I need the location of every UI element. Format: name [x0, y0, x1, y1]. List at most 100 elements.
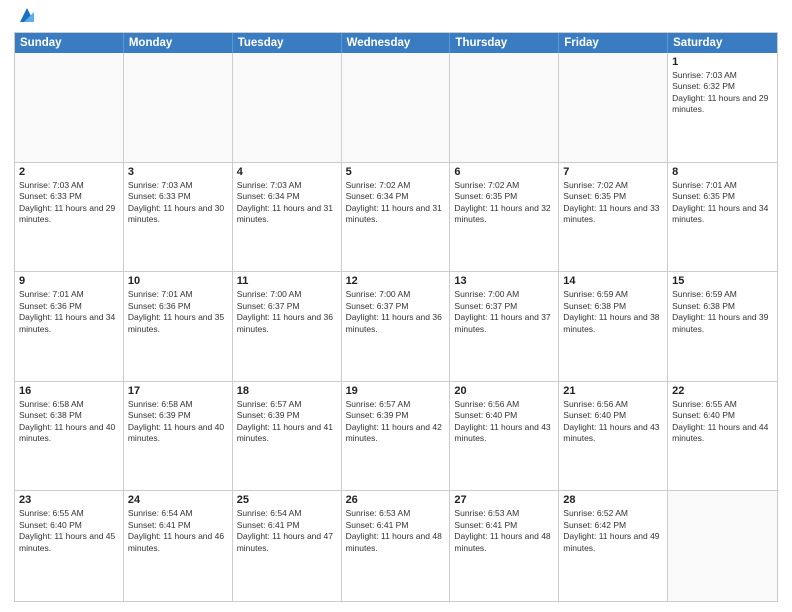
calendar-cell: 9 Sunrise: 7:01 AM Sunset: 6:36 PM Daylig… [15, 272, 124, 381]
cell-text: Sunrise: 7:02 AM Sunset: 6:34 PM Dayligh… [346, 180, 446, 226]
calendar-cell: 20Sunrise: 6:56 AM Sunset: 6:40 PM Dayli… [450, 382, 559, 491]
calendar-cell: 1 Sunrise: 7:03 AM Sunset: 6:32 PM Daylig… [668, 53, 777, 162]
calendar-cell: 27 Sunrise: 6:53 AM Sunset: 6:41 PM Dayli… [450, 491, 559, 601]
cell-text: Sunrise: 7:03 AM Sunset: 6:34 PM Dayligh… [237, 180, 337, 226]
cell-text: Sunrise: 6:59 AM Sunset: 6:38 PM Dayligh… [563, 289, 663, 335]
calendar-cell [450, 53, 559, 162]
cell-text: Sunrise: 6:56 AM Sunset: 6:40 PM Dayligh… [563, 399, 663, 445]
calendar-cell: 24 Sunrise: 6:54 AM Sunset: 6:41 PM Dayli… [124, 491, 233, 601]
cell-text: Sunrise: 6:57 AM Sunset: 6:39 PM Dayligh… [346, 399, 446, 445]
calendar-cell: 21 Sunrise: 6:56 AM Sunset: 6:40 PM Dayli… [559, 382, 668, 491]
day-number: 9 [19, 275, 119, 287]
calendar: SundayMondayTuesdayWednesdayThursdayFrid… [14, 32, 778, 602]
calendar-cell: 15 Sunrise: 6:59 AM Sunset: 6:38 PM Dayli… [668, 272, 777, 381]
calendar-cell: 7Sunrise: 7:02 AM Sunset: 6:35 PM Daylig… [559, 163, 668, 272]
calendar-row-3: 16 Sunrise: 6:58 AM Sunset: 6:38 PM Dayli… [15, 382, 777, 492]
day-number: 13 [454, 275, 554, 287]
calendar-cell: 17 Sunrise: 6:58 AM Sunset: 6:39 PM Dayli… [124, 382, 233, 491]
cell-text: Sunrise: 7:02 AM Sunset: 6:35 PM Dayligh… [454, 180, 554, 226]
cell-text: Sunrise: 6:53 AM Sunset: 6:41 PM Dayligh… [346, 508, 446, 554]
cell-text: Sunrise: 6:58 AM Sunset: 6:39 PM Dayligh… [128, 399, 228, 445]
cell-text: Sunrise: 6:55 AM Sunset: 6:40 PM Dayligh… [19, 508, 119, 554]
calendar-cell: 18 Sunrise: 6:57 AM Sunset: 6:39 PM Dayli… [233, 382, 342, 491]
calendar-row-0: 1 Sunrise: 7:03 AM Sunset: 6:32 PM Daylig… [15, 53, 777, 163]
calendar-cell: 14 Sunrise: 6:59 AM Sunset: 6:38 PM Dayli… [559, 272, 668, 381]
calendar-cell: 11 Sunrise: 7:00 AM Sunset: 6:37 PM Dayli… [233, 272, 342, 381]
cell-text: Sunrise: 6:53 AM Sunset: 6:41 PM Dayligh… [454, 508, 554, 554]
logo-icon [18, 4, 36, 26]
calendar-cell: 12 Sunrise: 7:00 AM Sunset: 6:37 PM Dayli… [342, 272, 451, 381]
day-number: 27 [454, 494, 554, 506]
page: SundayMondayTuesdayWednesdayThursdayFrid… [0, 0, 792, 612]
cell-text: Sunrise: 6:59 AM Sunset: 6:38 PM Dayligh… [672, 289, 773, 335]
header-day-thursday: Thursday [450, 33, 559, 53]
cell-text: Sunrise: 6:52 AM Sunset: 6:42 PM Dayligh… [563, 508, 663, 554]
day-number: 1 [672, 56, 773, 68]
cell-text: Sunrise: 7:03 AM Sunset: 6:33 PM Dayligh… [128, 180, 228, 226]
day-number: 24 [128, 494, 228, 506]
cell-text: Sunrise: 7:01 AM Sunset: 6:35 PM Dayligh… [672, 180, 773, 226]
calendar-cell [124, 53, 233, 162]
calendar-cell: 2 Sunrise: 7:03 AM Sunset: 6:33 PM Daylig… [15, 163, 124, 272]
calendar-cell: 8 Sunrise: 7:01 AM Sunset: 6:35 PM Daylig… [668, 163, 777, 272]
calendar-cell: 28Sunrise: 6:52 AM Sunset: 6:42 PM Dayli… [559, 491, 668, 601]
day-number: 3 [128, 166, 228, 178]
cell-text: Sunrise: 7:00 AM Sunset: 6:37 PM Dayligh… [346, 289, 446, 335]
day-number: 12 [346, 275, 446, 287]
calendar-cell: 23 Sunrise: 6:55 AM Sunset: 6:40 PM Dayli… [15, 491, 124, 601]
cell-text: Sunrise: 6:58 AM Sunset: 6:38 PM Dayligh… [19, 399, 119, 445]
cell-text: Sunrise: 6:57 AM Sunset: 6:39 PM Dayligh… [237, 399, 337, 445]
day-number: 5 [346, 166, 446, 178]
logo [14, 12, 36, 26]
header-day-monday: Monday [124, 33, 233, 53]
calendar-cell [15, 53, 124, 162]
calendar-cell: 25 Sunrise: 6:54 AM Sunset: 6:41 PM Dayli… [233, 491, 342, 601]
cell-text: Sunrise: 6:54 AM Sunset: 6:41 PM Dayligh… [128, 508, 228, 554]
day-number: 23 [19, 494, 119, 506]
header-day-wednesday: Wednesday [342, 33, 451, 53]
header-day-sunday: Sunday [15, 33, 124, 53]
calendar-cell: 19 Sunrise: 6:57 AM Sunset: 6:39 PM Dayli… [342, 382, 451, 491]
header-day-friday: Friday [559, 33, 668, 53]
calendar-cell [342, 53, 451, 162]
calendar-row-2: 9 Sunrise: 7:01 AM Sunset: 6:36 PM Daylig… [15, 272, 777, 382]
cell-text: Sunrise: 7:03 AM Sunset: 6:32 PM Dayligh… [672, 70, 773, 116]
day-number: 25 [237, 494, 337, 506]
cell-text: Sunrise: 7:01 AM Sunset: 6:36 PM Dayligh… [128, 289, 228, 335]
calendar-cell: 16 Sunrise: 6:58 AM Sunset: 6:38 PM Dayli… [15, 382, 124, 491]
day-number: 2 [19, 166, 119, 178]
day-number: 11 [237, 275, 337, 287]
cell-text: Sunrise: 6:55 AM Sunset: 6:40 PM Dayligh… [672, 399, 773, 445]
calendar-cell: 4 Sunrise: 7:03 AM Sunset: 6:34 PM Daylig… [233, 163, 342, 272]
calendar-cell: 26 Sunrise: 6:53 AM Sunset: 6:41 PM Dayli… [342, 491, 451, 601]
header-day-tuesday: Tuesday [233, 33, 342, 53]
day-number: 10 [128, 275, 228, 287]
day-number: 19 [346, 385, 446, 397]
calendar-cell [559, 53, 668, 162]
cell-text: Sunrise: 6:56 AM Sunset: 6:40 PM Dayligh… [454, 399, 554, 445]
cell-text: Sunrise: 6:54 AM Sunset: 6:41 PM Dayligh… [237, 508, 337, 554]
header [14, 12, 778, 26]
calendar-cell: 22Sunrise: 6:55 AM Sunset: 6:40 PM Dayli… [668, 382, 777, 491]
day-number: 14 [563, 275, 663, 287]
calendar-cell: 10 Sunrise: 7:01 AM Sunset: 6:36 PM Dayli… [124, 272, 233, 381]
cell-text: Sunrise: 7:00 AM Sunset: 6:37 PM Dayligh… [237, 289, 337, 335]
calendar-cell: 13Sunrise: 7:00 AM Sunset: 6:37 PM Dayli… [450, 272, 559, 381]
day-number: 18 [237, 385, 337, 397]
day-number: 16 [19, 385, 119, 397]
calendar-cell [668, 491, 777, 601]
calendar-cell: 3 Sunrise: 7:03 AM Sunset: 6:33 PM Daylig… [124, 163, 233, 272]
calendar-row-4: 23 Sunrise: 6:55 AM Sunset: 6:40 PM Dayli… [15, 491, 777, 601]
day-number: 21 [563, 385, 663, 397]
day-number: 4 [237, 166, 337, 178]
calendar-header: SundayMondayTuesdayWednesdayThursdayFrid… [15, 33, 777, 53]
calendar-cell: 6Sunrise: 7:02 AM Sunset: 6:35 PM Daylig… [450, 163, 559, 272]
day-number: 8 [672, 166, 773, 178]
day-number: 26 [346, 494, 446, 506]
cell-text: Sunrise: 7:03 AM Sunset: 6:33 PM Dayligh… [19, 180, 119, 226]
cell-text: Sunrise: 7:01 AM Sunset: 6:36 PM Dayligh… [19, 289, 119, 335]
cell-text: Sunrise: 7:02 AM Sunset: 6:35 PM Dayligh… [563, 180, 663, 226]
calendar-cell [233, 53, 342, 162]
day-number: 17 [128, 385, 228, 397]
day-number: 15 [672, 275, 773, 287]
